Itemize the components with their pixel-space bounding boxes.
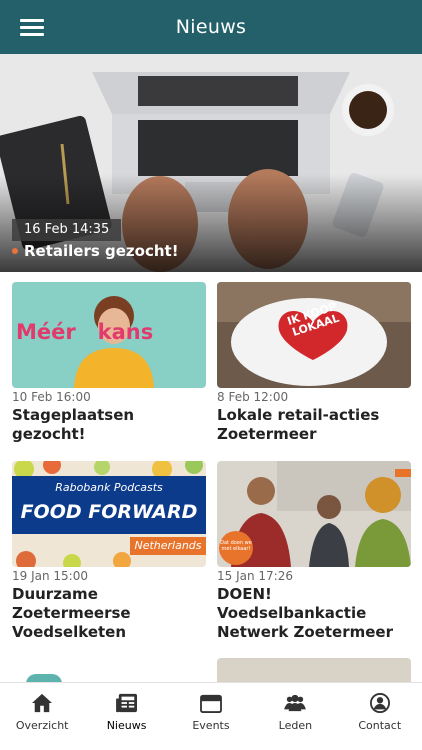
card-date: 8 Feb 12:00: [217, 390, 289, 404]
nav-item-nieuws[interactable]: Nieuws: [85, 683, 169, 750]
nav-label: Events: [192, 719, 230, 732]
card-title: Lokale retail-acties Zoetermeer: [217, 406, 380, 443]
nav-item-overzicht[interactable]: Overzicht: [0, 683, 84, 750]
news-thumbnail: Méér kans: [12, 282, 206, 388]
news-thumbnail: Dat doen we met elkaar!: [217, 461, 411, 567]
nav-item-events[interactable]: Events: [169, 683, 253, 750]
members-icon: [284, 694, 307, 712]
calendar-icon: [200, 694, 222, 713]
news-thumbnail: Rabobank Podcasts FOOD FORWARD Netherlan…: [12, 461, 206, 567]
app-header: Nieuws: [0, 0, 422, 54]
card-title: Stageplaatsen gezocht!: [12, 406, 135, 443]
news-card[interactable]: Dat doen we met elkaar! 15 Jan 17:26 DOE…: [217, 461, 411, 642]
card-title: DOEN! Voedselbankactie Netwerk Zoetermee…: [217, 585, 393, 641]
nav-item-leden[interactable]: Leden: [253, 683, 337, 750]
thumb-brand: Rabobank Podcasts: [55, 481, 163, 494]
hero-date: 16 Feb 14:35: [12, 219, 122, 241]
nav-label: Overzicht: [15, 719, 69, 732]
thumb-subtitle: Netherlands: [134, 539, 202, 552]
hamburger-icon[interactable]: [20, 19, 44, 37]
news-card-partial[interactable]: [217, 658, 411, 684]
hero-title-text: Retailers gezocht!: [24, 242, 179, 260]
news-thumbnail: IK KOOP LOKAAL: [217, 282, 411, 388]
card-date: 19 Jan 15:00: [12, 569, 88, 583]
contact-icon: [369, 693, 390, 713]
news-card[interactable]: IK KOOP LOKAAL 8 Feb 12:00 Lokale retail…: [217, 282, 411, 444]
page-title: Nieuws: [175, 16, 247, 38]
news-card[interactable]: Méér kans 10 Feb 16:00 Stageplaatsen gez…: [12, 282, 206, 444]
thumb-badge: Dat doen we met elkaar!: [219, 531, 253, 565]
home-icon: [32, 693, 53, 713]
news-card[interactable]: Rabobank Podcasts FOOD FORWARD Netherlan…: [12, 461, 206, 642]
hero-article[interactable]: 16 Feb 14:35 Retailers gezocht!: [0, 54, 422, 272]
newspaper-icon: [115, 693, 137, 713]
card-date: 10 Feb 16:00: [12, 390, 91, 404]
thumb-headline: FOOD FORWARD: [20, 501, 198, 523]
thumb-headline: Méér kans: [16, 320, 154, 344]
nav-item-contact[interactable]: Contact: [338, 683, 422, 750]
bottom-navigation: Overzicht Nieuws Events Leden Contact: [0, 682, 422, 750]
card-date: 15 Jan 17:26: [217, 569, 293, 583]
card-title: Duurzame Zoetermeerse Voedselketen: [12, 585, 131, 641]
hero-title: Retailers gezocht!: [12, 242, 179, 260]
nav-label: Contact: [358, 719, 402, 732]
nav-label: Nieuws: [106, 719, 147, 732]
nav-label: Leden: [278, 719, 313, 732]
unread-dot-icon: [12, 248, 18, 254]
